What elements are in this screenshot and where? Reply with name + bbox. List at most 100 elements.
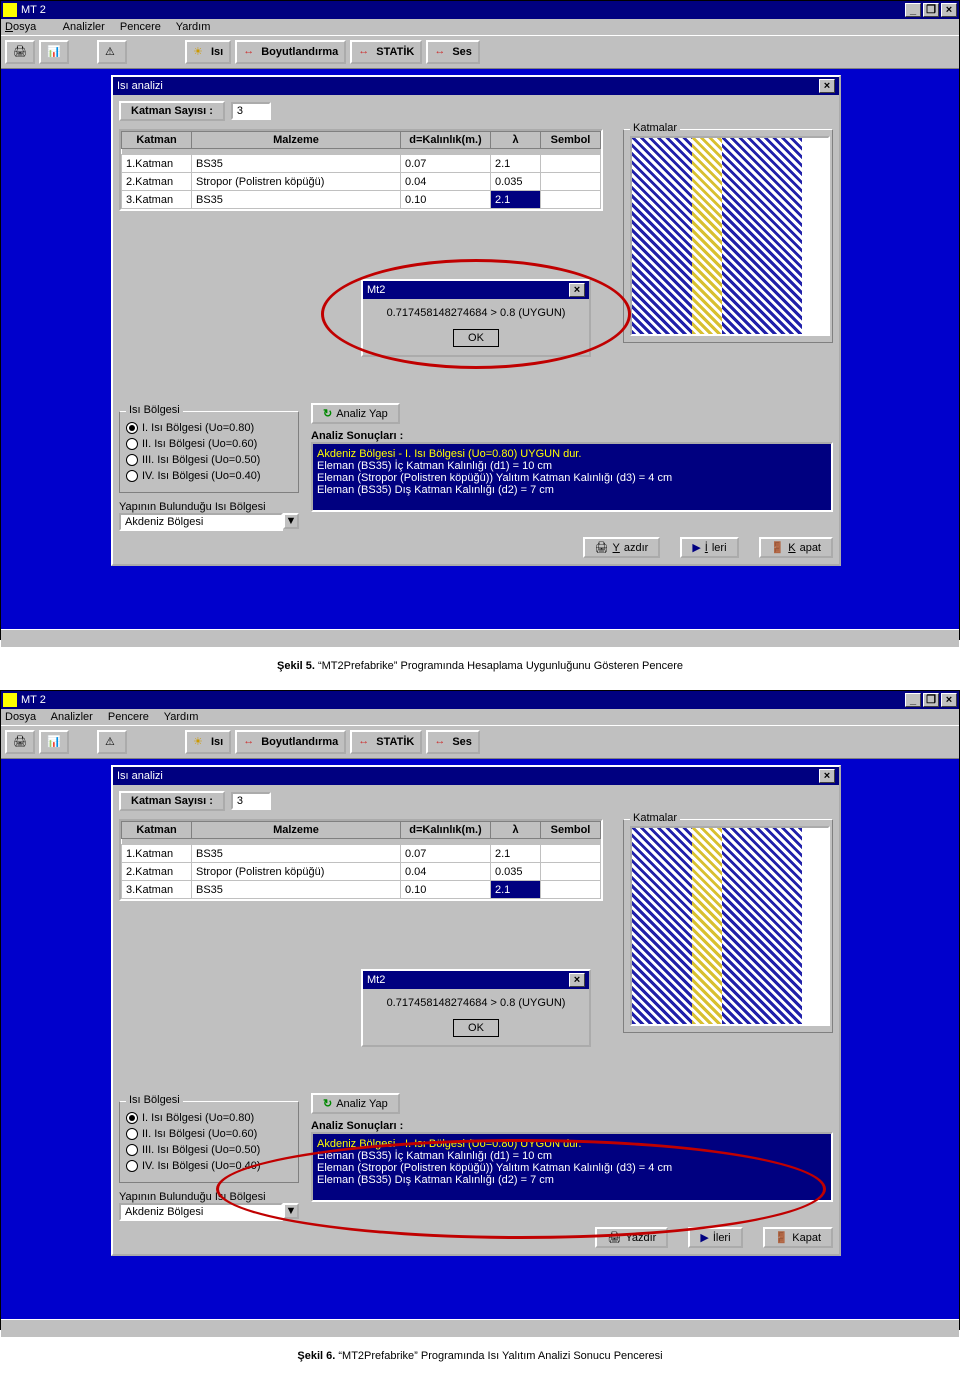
layer-table[interactable]: Katman Malzeme d=Kalınlık(m.) λ Sembol 1… <box>119 819 603 901</box>
table-row: 1.KatmanBS350.072.1 <box>122 845 601 863</box>
sun-icon <box>193 45 207 59</box>
popup-close-button[interactable]: × <box>569 283 585 297</box>
arrows-icon <box>434 735 448 749</box>
popup-title: Mt2 × <box>363 971 589 989</box>
print-icon <box>595 541 609 554</box>
app-window-2: MT 2 _ ❐ × Dosya Analizler Pencere Yardı… <box>0 690 960 1330</box>
maximize-button[interactable]: ❐ <box>923 693 939 707</box>
statusbar <box>1 1319 959 1337</box>
region-4[interactable]: IV. Isı Bölgesi (Uo=0.40) <box>126 470 292 482</box>
col-lambda: λ <box>491 132 541 149</box>
app-icon <box>3 3 17 17</box>
region-3[interactable]: III. Isı Bölgesi (Uo=0.50) <box>126 454 292 466</box>
tool-print[interactable] <box>5 730 35 754</box>
popup-message: 0.717458148274684 > 0.8 (UYGUN) <box>371 997 581 1009</box>
arrows-icon <box>358 45 372 59</box>
arrows-icon <box>358 735 372 749</box>
tool-print[interactable] <box>5 40 35 64</box>
chart-icon <box>47 45 61 59</box>
chart-icon <box>47 735 61 749</box>
katmalar-group: Katmalar <box>623 819 833 1033</box>
kapat-button[interactable]: Kapat <box>759 537 833 558</box>
caption-1: Şekil 5. “MT2Prefabrike” Programında Hes… <box>0 656 960 674</box>
tab-statik[interactable]: STATİK <box>350 730 422 754</box>
tool-chart[interactable] <box>39 40 69 64</box>
region-2[interactable]: II. Isı Bölgesi (Uo=0.60) <box>126 1128 292 1140</box>
menu-dosya[interactable]: Dosya <box>5 711 36 723</box>
col-katman: Katman <box>122 132 192 149</box>
close-button[interactable]: × <box>941 3 957 17</box>
region-3[interactable]: III. Isı Bölgesi (Uo=0.50) <box>126 1144 292 1156</box>
tab-boyut[interactable]: Boyutlandırma <box>235 730 346 754</box>
refresh-icon <box>323 1097 332 1110</box>
popup-ok-button[interactable]: OK <box>453 1019 499 1037</box>
combo-arrow-icon[interactable]: ▼ <box>283 513 299 529</box>
maximize-button[interactable]: ❐ <box>923 3 939 17</box>
menu-yardim[interactable]: Yardım <box>164 711 199 723</box>
katmalar-legend: Katmalar <box>630 122 680 134</box>
tab-isi[interactable]: Isı <box>185 730 231 754</box>
yapinin-combo[interactable]: Akdeniz Bölgesi <box>119 1203 283 1221</box>
tool-warn[interactable] <box>97 40 127 64</box>
analiz-yap-button[interactable]: Analiz Yap <box>311 1093 400 1114</box>
arrows-icon <box>243 735 257 749</box>
menu-analizler[interactable]: Analizler <box>63 21 105 33</box>
popup-close-button[interactable]: × <box>569 973 585 987</box>
analysis-close-button[interactable]: × <box>819 769 835 783</box>
mdi-desktop: Isı analizi × Katman Sayısı : 3 <box>1 759 959 1319</box>
col-malzeme: Malzeme <box>192 132 401 149</box>
combo-arrow-icon[interactable]: ▼ <box>283 1203 299 1219</box>
menubar: Dosya Analizler Pencere Yardım <box>1 19 959 35</box>
minimize-button[interactable]: _ <box>905 693 921 707</box>
yazdir-button[interactable]: Yazdır <box>595 1227 668 1248</box>
tab-statik[interactable]: STATİK <box>350 40 422 64</box>
region-legend: Isı Bölgesi <box>126 404 183 416</box>
katman-sayisi-label: Katman Sayısı : <box>119 101 225 121</box>
tool-warn[interactable] <box>97 730 127 754</box>
sun-icon <box>193 735 207 749</box>
popup-title: Mt2 × <box>363 281 589 299</box>
menu-pencere[interactable]: Pencere <box>120 21 161 33</box>
kapat-button[interactable]: Kapat <box>763 1227 833 1248</box>
ileri-button[interactable]: İleri <box>688 1227 742 1248</box>
table-row: 1.KatmanBS35 0.072.1 <box>122 155 601 173</box>
app-title: MT 2 <box>21 4 46 16</box>
tab-boyut[interactable]: Boyutlandırma <box>235 40 346 64</box>
table-row: 3.KatmanBS35 0.102.1 <box>122 191 601 209</box>
close-button[interactable]: × <box>941 693 957 707</box>
arrows-icon <box>243 45 257 59</box>
popup-ok-button[interactable]: OK <box>453 329 499 347</box>
analiz-yap-button[interactable]: Analiz Yap <box>311 403 400 424</box>
region-1[interactable]: I. Isı Bölgesi (Uo=0.80) <box>126 1112 292 1124</box>
close-icon <box>775 1231 789 1244</box>
col-d: d=Kalınlık(m.) <box>401 132 491 149</box>
layer-visualization <box>630 136 830 336</box>
analysis-close-button[interactable]: × <box>819 79 835 93</box>
region-2[interactable]: II. Isı Bölgesi (Uo=0.60) <box>126 438 292 450</box>
yazdir-button[interactable]: Yazdır <box>583 537 661 558</box>
tab-ses[interactable]: Ses <box>426 40 480 64</box>
close-icon <box>771 541 785 554</box>
statusbar <box>1 629 959 647</box>
print-icon <box>607 1231 621 1244</box>
menu-dosya[interactable]: Dosya <box>5 21 48 33</box>
ileri-button[interactable]: İleri <box>680 537 738 558</box>
layer-table[interactable]: Katman Malzeme d=Kalınlık(m.) λ Sembol 1… <box>119 129 603 211</box>
print-icon <box>13 45 27 59</box>
region-4[interactable]: IV. Isı Bölgesi (Uo=0.40) <box>126 1160 292 1172</box>
minimize-button[interactable]: _ <box>905 3 921 17</box>
yapinin-combo[interactable]: Akdeniz Bölgesi <box>119 513 283 531</box>
menu-yardim[interactable]: Yardım <box>176 21 211 33</box>
tab-ses[interactable]: Ses <box>426 730 480 754</box>
tool-chart[interactable] <box>39 730 69 754</box>
app-window-1: MT 2 _ ❐ × Dosya Analizler Pencere Yardı… <box>0 0 960 640</box>
region-1[interactable]: I. Isı Bölgesi (Uo=0.80) <box>126 422 292 434</box>
toolbar: Isı Boyutlandırma STATİK Ses <box>1 35 959 69</box>
menu-analizler[interactable]: Analizler <box>51 711 93 723</box>
sonuc-label: Analiz Sonuçları : <box>311 430 833 442</box>
tab-isi[interactable]: Isı <box>185 40 231 64</box>
katman-sayisi-input[interactable]: 3 <box>231 792 271 810</box>
katman-sayisi-input[interactable]: 3 <box>231 102 271 120</box>
menu-pencere[interactable]: Pencere <box>108 711 149 723</box>
result-popup: Mt2 × 0.717458148274684 > 0.8 (UYGUN) OK <box>361 969 591 1047</box>
